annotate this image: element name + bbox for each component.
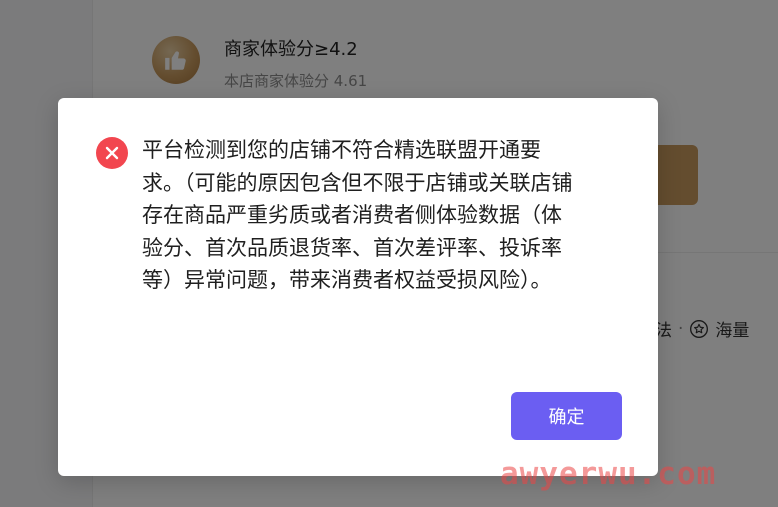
- watermark: awyerwu.com: [500, 456, 717, 492]
- close-circle-icon: [96, 137, 128, 169]
- error-dialog: 平台检测到您的店铺不符合精选联盟开通要求。（可能的原因包含但不限于店铺或关联店铺…: [58, 98, 658, 476]
- confirm-button[interactable]: 确定: [511, 392, 622, 440]
- dialog-message: 平台检测到您的店铺不符合精选联盟开通要求。（可能的原因包含但不限于店铺或关联店铺…: [142, 138, 573, 292]
